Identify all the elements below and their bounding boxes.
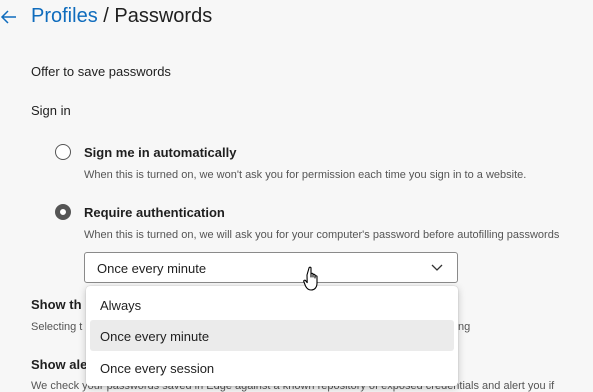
breadcrumb-separator: / [103,5,109,27]
back-arrow-icon[interactable] [0,6,18,28]
menu-item-once-every-session[interactable]: Once every session [90,352,454,383]
option-sign-in-automatically-title[interactable]: Sign me in automatically [84,145,236,160]
menu-item-always[interactable]: Always [90,289,454,320]
radio-require-authentication[interactable] [55,204,71,220]
option-sign-in-automatically-description: When this is turned on, we won't ask you… [84,169,527,181]
chevron-down-icon [431,264,443,271]
frequency-dropdown-value: Once every minute [97,261,207,276]
page-title: Passwords [114,5,213,27]
offer-to-save-label: Offer to save passwords [31,64,171,79]
menu-item-once-every-minute[interactable]: Once every minute [90,320,454,351]
breadcrumb: Profiles / Passwords [31,5,212,28]
frequency-dropdown-menu: Always Once every minute Once every sess… [86,286,458,386]
breadcrumb-profiles-link[interactable]: Profiles [31,5,98,27]
signin-label: Sign in [31,103,71,118]
option-require-authentication-description: When this is turned on, we will ask you … [84,229,560,241]
option-require-authentication-title[interactable]: Require authentication [84,205,225,220]
section-title-partial-1: Show th [31,297,82,312]
section-desc-partial-1-end: ng [458,321,471,333]
radio-sign-in-automatically[interactable] [55,144,71,160]
section-desc-partial-1: Selecting t [31,321,83,333]
frequency-dropdown[interactable]: Once every minute [84,252,458,283]
section-title-partial-2: Show ale [31,357,88,372]
hand-pointer-cursor-icon [303,266,318,291]
